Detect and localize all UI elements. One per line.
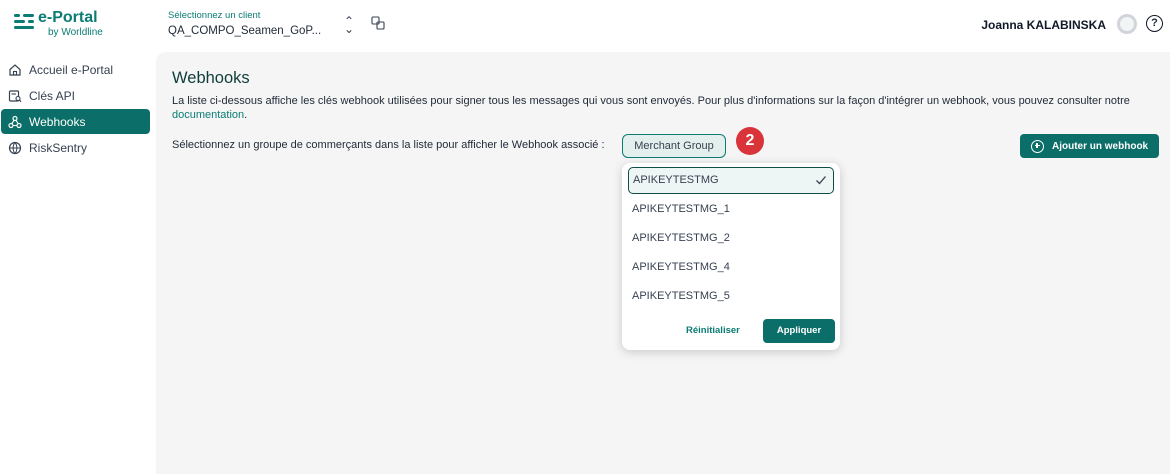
add-webhook-button[interactable]: Ajouter un webhook [1020,134,1159,158]
webhook-icon [8,115,22,128]
option-label: APIKEYTESTMG [633,174,719,186]
page-title: Webhooks [172,69,250,87]
check-icon [816,176,826,185]
sidebar-item-risksentry[interactable]: RiskSentry [1,135,150,160]
client-selector[interactable]: Sélectionnez un client QA_COMPO_Seamen_G… [168,10,321,37]
step-badge: 2 [736,127,764,155]
client-value: QA_COMPO_Seamen_GoP... [168,25,322,37]
dropdown-option[interactable]: APIKEYTESTMG_4 [628,254,834,281]
sidebar-item-label: Accueil e-Portal [29,62,114,77]
sidebar-item-label: RiskSentry [29,140,88,155]
page-description: La liste ci-dessous affiche les clés web… [172,94,1152,122]
dropdown-option[interactable]: APIKEYTESTMG_5 [628,283,834,310]
logo-title: e-Portal [38,9,98,26]
description-text: La liste ci-dessous affiche les clés web… [172,95,1130,107]
sidebar-item-webhooks[interactable]: Webhooks [1,109,150,134]
logo[interactable]: e-Portal by Worldline [14,10,103,38]
avatar[interactable] [1117,14,1137,34]
sidebar-item-label: Clés API [29,88,76,103]
dropdown-option[interactable]: APIKEYTESTMG_2 [628,225,834,252]
user-name[interactable]: Joanna KALABINSKA [981,18,1106,32]
sidebar-item-home[interactable]: Accueil e-Portal [1,57,150,82]
sort-arrows-icon[interactable]: ⌃ ⌄ [344,15,354,35]
logo-subtitle: by Worldline [48,27,103,38]
dropdown-option[interactable]: APIKEYTESTMG_1 [628,196,834,223]
apply-button[interactable]: Appliquer [763,319,835,343]
merchant-group-label: Sélectionnez un groupe de commerçants da… [172,139,605,151]
sidebar-item-api-keys[interactable]: Clés API [1,83,150,108]
top-bar: e-Portal by Worldline Sélectionnez un cl… [0,0,1170,52]
sidebar-item-label: Webhooks [29,114,86,129]
merchant-group-button[interactable]: Merchant Group [622,134,726,158]
dropdown-option[interactable]: APIKEYTESTMG [628,167,834,194]
description-suffix: . [244,109,248,121]
globe-icon [8,141,22,154]
api-key-icon [8,89,22,102]
copy-icon[interactable] [371,16,385,30]
logo-icon [14,14,34,34]
client-label: Sélectionnez un client [168,10,261,21]
add-webhook-label: Ajouter un webhook [1052,140,1149,152]
plus-circle-icon [1031,139,1044,153]
sidebar: Accueil e-Portal Clés API Webhooks RiskS… [0,52,156,474]
help-icon[interactable]: ? [1146,15,1163,32]
reset-button[interactable]: Réinitialiser [686,325,740,336]
merchant-group-dropdown: APIKEYTESTMG APIKEYTESTMG_1 APIKEYTESTMG… [622,163,840,350]
home-icon [9,63,21,76]
documentation-link[interactable]: documentation [172,109,244,121]
